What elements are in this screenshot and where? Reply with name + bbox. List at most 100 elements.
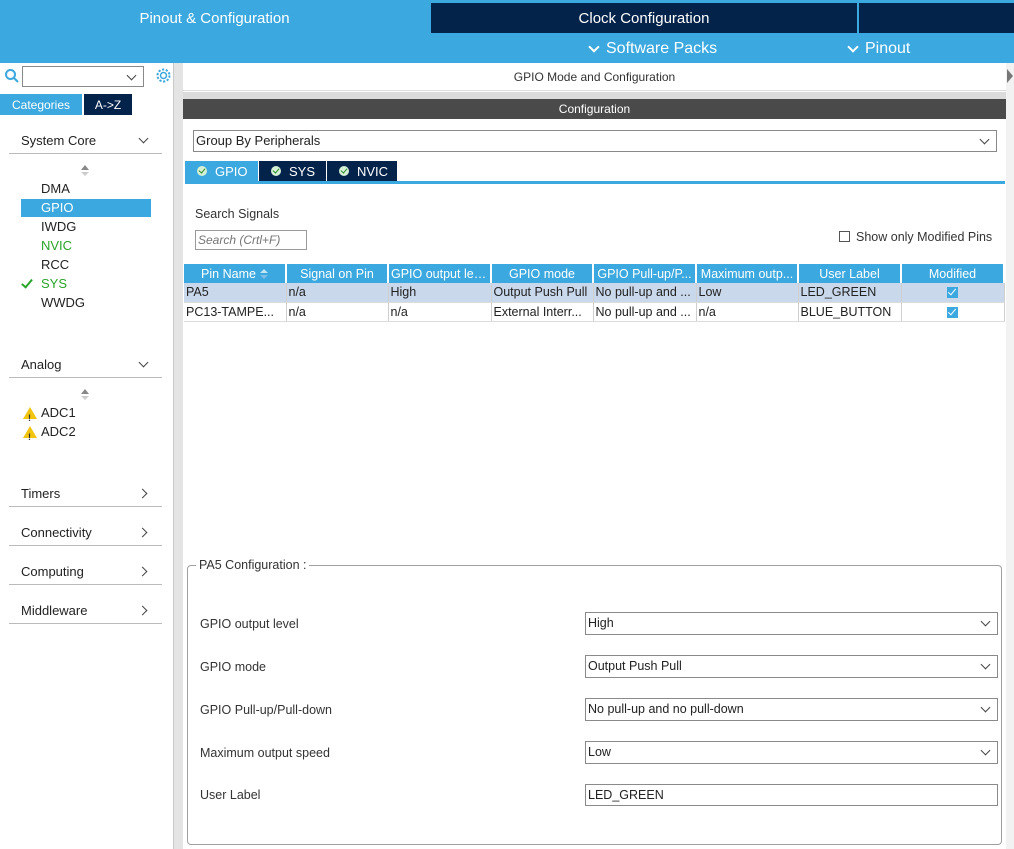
gpio-pull-select[interactable]: No pull-up and no pull-down	[585, 698, 998, 721]
select-value: Output Push Pull	[588, 659, 682, 673]
column-header[interactable]: GPIO Pull-up/P...	[593, 264, 697, 283]
search-combobox[interactable]	[22, 66, 144, 87]
table-cell	[901, 302, 1005, 322]
tab-a-to-z[interactable]: A->Z	[84, 94, 132, 115]
scrollbar[interactable]	[1006, 63, 1014, 849]
search-icon[interactable]	[4, 68, 20, 84]
column-header[interactable]: User Label	[798, 264, 902, 283]
tab-pinout-configuration[interactable]: Pinout & Configuration	[0, 3, 429, 33]
collapse-arrow-icon[interactable]	[1007, 69, 1013, 83]
tab-gpio[interactable]: GPIO	[185, 161, 258, 181]
table-cell: External Interr...	[491, 302, 594, 322]
table-cell: PA5	[184, 283, 287, 303]
field-label: User Label	[200, 788, 261, 802]
section-middleware[interactable]: Middleware	[9, 597, 162, 624]
chevron-right-icon	[137, 527, 148, 538]
column-header[interactable]: Signal on Pin	[286, 264, 389, 283]
gpio-output-level-select[interactable]: High	[585, 612, 998, 635]
search-signals-input[interactable]	[195, 230, 307, 250]
column-header[interactable]: Pin Name	[184, 264, 287, 283]
tab-clock-configuration[interactable]: Clock Configuration	[431, 3, 857, 33]
group-legend: PA5 Configuration :	[196, 558, 310, 572]
field-label: Maximum output speed	[200, 746, 330, 760]
show-modified-checkbox[interactable]	[839, 231, 850, 242]
section-label: Analog	[21, 357, 62, 372]
field-label: GPIO output level	[200, 617, 299, 631]
sidebar-item-rcc[interactable]: RCC	[21, 256, 151, 274]
table-cell: n/a	[696, 302, 799, 322]
tab-sys[interactable]: SYS	[259, 161, 326, 181]
sidebar-item-label: ADC1	[41, 405, 76, 420]
column-header[interactable]: Modified	[901, 264, 1005, 283]
modified-checkbox[interactable]	[947, 306, 958, 318]
chevron-right-icon	[137, 566, 148, 577]
user-label-input[interactable]: LED_GREEN	[585, 784, 998, 806]
sidebar-item-gpio[interactable]: GPIO	[21, 199, 151, 217]
tab-project-manager[interactable]	[859, 3, 1014, 33]
main-panel: GPIO Mode and Configuration Configuratio…	[183, 63, 1006, 849]
section-connectivity[interactable]: Connectivity	[9, 519, 162, 546]
column-header[interactable]: GPIO output level	[388, 264, 492, 283]
table-cell: No pull-up and ...	[593, 283, 697, 303]
chevron-down-icon	[980, 745, 991, 756]
panel-splitter[interactable]	[174, 63, 183, 849]
group-by-select[interactable]: Group By Peripherals	[193, 130, 997, 152]
table-cell: n/a	[388, 302, 492, 322]
sort-icon[interactable]	[80, 389, 90, 401]
tab-nvic[interactable]: NVIC	[327, 161, 397, 181]
modified-checkbox[interactable]	[947, 287, 958, 299]
divider	[183, 92, 1006, 99]
chevron-right-icon	[137, 605, 148, 616]
sidebar-item-label: ADC2	[41, 424, 76, 439]
configuration-header: Configuration	[183, 99, 1006, 119]
top-navigation-bar: Pinout & Configuration Clock Configurati…	[0, 0, 1014, 63]
check-icon	[339, 166, 349, 176]
sort-icon[interactable]	[80, 165, 90, 177]
chevron-down-icon	[979, 134, 990, 145]
sidebar-item-dma[interactable]: DMA	[21, 180, 151, 198]
sidebar-item-wwdg[interactable]: WWDG	[21, 294, 151, 312]
table-cell: LED_GREEN	[798, 283, 902, 303]
chevron-down-icon	[980, 616, 991, 627]
left-panel: Categories A->Z System Core DMA GPIO IWD…	[0, 63, 174, 849]
column-header[interactable]: GPIO mode	[491, 264, 594, 283]
input-value: LED_GREEN	[588, 788, 664, 802]
software-packs-menu[interactable]: Software Packs	[588, 38, 717, 60]
table-row[interactable]: PC13-TAMPE... n/a n/a External Interr...…	[184, 302, 1005, 322]
sidebar-item-sys[interactable]: SYS	[21, 275, 151, 293]
sort-icon[interactable]	[259, 269, 268, 280]
gear-icon[interactable]	[155, 67, 172, 84]
chevron-down-icon	[980, 702, 991, 713]
section-analog[interactable]: Analog	[9, 351, 162, 378]
column-header[interactable]: Maximum outp...	[696, 264, 799, 283]
max-output-speed-select[interactable]: Low	[585, 741, 998, 764]
chevron-down-icon	[980, 659, 991, 670]
table-cell: PC13-TAMPE...	[184, 302, 287, 322]
sidebar-item-adc1[interactable]: ADC1	[21, 404, 151, 427]
tab-label: GPIO	[215, 163, 248, 179]
gpio-mode-select[interactable]: Output Push Pull	[585, 655, 998, 678]
page-title: GPIO Mode and Configuration	[183, 63, 1006, 91]
sidebar-item-adc2[interactable]: ADC2	[21, 423, 151, 446]
chevron-down-icon	[138, 133, 149, 144]
field-label: GPIO mode	[200, 660, 266, 674]
section-system-core[interactable]: System Core	[9, 127, 162, 154]
pinout-menu[interactable]: Pinout	[847, 38, 910, 60]
section-computing[interactable]: Computing	[9, 558, 162, 585]
chevron-right-icon	[137, 488, 148, 499]
group-by-value: Group By Peripherals	[196, 133, 321, 148]
section-timers[interactable]: Timers	[9, 480, 162, 507]
section-label: System Core	[21, 133, 97, 148]
table-cell: High	[388, 283, 492, 303]
table-row[interactable]: PA5 n/a High Output Push Pull No pull-up…	[184, 283, 1005, 303]
table-cell: n/a	[286, 302, 389, 322]
chevron-down-icon	[126, 70, 137, 81]
tab-categories[interactable]: Categories	[0, 94, 82, 115]
field-label: GPIO Pull-up/Pull-down	[200, 703, 333, 717]
check-icon	[271, 166, 281, 176]
table-cell	[901, 283, 1005, 303]
check-icon	[21, 276, 33, 289]
sidebar-item-iwdg[interactable]: IWDG	[21, 218, 151, 236]
sidebar-item-nvic[interactable]: NVIC	[21, 237, 151, 255]
table-cell: Output Push Pull	[491, 283, 594, 303]
